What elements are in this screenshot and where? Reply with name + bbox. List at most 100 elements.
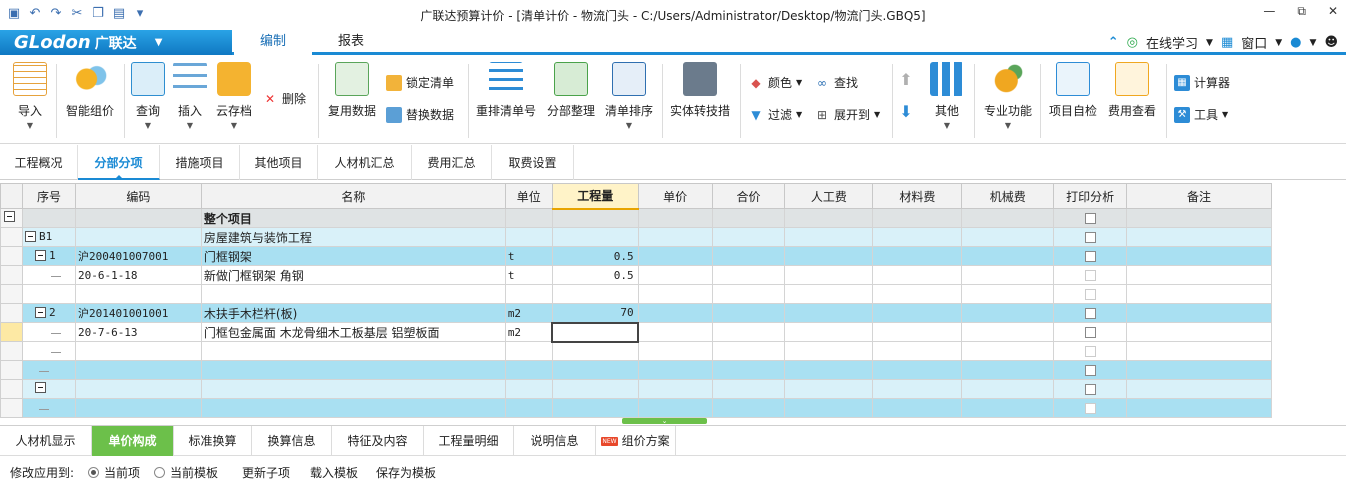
cell-code[interactable]: 沪201401001001 [74,303,202,323]
cell-print[interactable] [1053,303,1128,323]
robot-icon[interactable]: ☻ [1324,35,1338,50]
collapse-icon[interactable] [4,211,15,222]
cell-qty[interactable]: 70 [551,303,639,323]
cell-material[interactable] [872,227,963,247]
row-indicator[interactable] [0,227,23,247]
cell-name[interactable]: 木扶手木栏杆(板) [200,303,506,323]
self-check-button[interactable]: 项目自检 [1046,62,1100,119]
cell-material[interactable] [872,398,963,418]
delete-button[interactable]: ✕ 删除 [262,90,306,107]
cell-material[interactable] [872,379,963,399]
cell-unit[interactable] [504,398,553,418]
cell-labor[interactable] [784,284,874,304]
cell-machine[interactable] [961,227,1055,247]
tab-conversion-info[interactable]: 换算信息 [252,426,332,456]
cell-remark[interactable] [1126,398,1272,418]
reuse-data-button[interactable]: 复用数据 [324,62,380,119]
cell-total[interactable] [711,284,786,304]
list-sort-button[interactable]: 清单排序 ▼ [602,62,656,130]
tab-project-overview[interactable]: 工程概况 [0,145,78,180]
cell-machine[interactable] [961,341,1055,361]
cell-total[interactable] [711,360,786,380]
cell-labor[interactable] [784,265,874,285]
cell-unit[interactable]: m2 [504,303,553,323]
cell-unit-price[interactable] [637,208,713,228]
tools-button[interactable]: ⚒ 工具 ▼ [1174,106,1228,123]
print-checkbox[interactable] [1084,213,1096,224]
cell-total[interactable] [711,227,786,247]
fee-view-button[interactable]: 费用查看 [1104,62,1160,119]
cell-material[interactable] [872,246,963,266]
print-checkbox[interactable] [1084,289,1096,300]
cell-code[interactable] [74,379,202,399]
table-row[interactable]: 1 沪200401007001 门框钢架 t 0.5 [0,246,1272,266]
row-indicator[interactable] [0,341,23,361]
cell-labor[interactable] [784,322,874,342]
color-button[interactable]: ◆ 颜色 ▼ [748,74,802,91]
cell-machine[interactable] [961,246,1055,266]
cell-code[interactable] [74,227,202,247]
query-button[interactable]: 查询 ▼ [130,62,166,130]
table-row[interactable]: 2 沪201401001001 木扶手木栏杆(板) m2 70 [0,303,1272,323]
cell-qty[interactable] [551,208,639,228]
column-header[interactable]: 序号 [21,183,76,209]
row-indicator[interactable] [0,379,23,399]
cell-name[interactable]: 门框钢架 [200,246,506,266]
cell-remark[interactable] [1126,379,1272,399]
cell-unit[interactable]: m2 [504,322,553,342]
tab-fee-summary[interactable]: 费用汇总 [412,145,492,180]
app-logo[interactable]: GLodon 广联达 ▼ [0,30,232,55]
cell-remark[interactable] [1126,303,1272,323]
column-header[interactable]: 材料费 [872,183,963,209]
cell-seq[interactable] [21,265,76,285]
cell-unit[interactable] [504,379,553,399]
menu-tab-edit[interactable]: 编制 [234,30,312,55]
other-button[interactable]: 其他 ▼ [926,62,968,130]
cell-machine[interactable] [961,398,1055,418]
expand-to-button[interactable]: ⊞ 展开到 ▼ [814,106,880,123]
cell-unit-price[interactable] [637,303,713,323]
cell-machine[interactable] [961,208,1055,228]
cell-machine[interactable] [961,322,1055,342]
cell-print[interactable] [1053,227,1128,247]
cell-qty-selected[interactable] [551,321,640,343]
print-checkbox[interactable] [1084,365,1096,376]
move-down-button[interactable]: ⬇ [898,104,914,120]
table-row[interactable]: 20-6-1-18 新做门框钢架 角钢 t 0.5 [0,265,1272,285]
restore-button[interactable]: ⧉ [1297,4,1306,19]
insert-button[interactable]: 插入 ▼ [172,62,208,130]
smart-price-button[interactable]: 智能组价 [62,62,118,119]
column-header[interactable]: 单价 [637,183,713,209]
cell-seq[interactable] [21,379,76,399]
cell-remark[interactable] [1126,341,1272,361]
table-row[interactable] [0,379,1272,399]
cell-code[interactable] [74,360,202,380]
cell-total[interactable] [711,246,786,266]
tab-description-info[interactable]: 说明信息 [514,426,596,456]
cell-material[interactable] [872,208,963,228]
print-checkbox[interactable] [1084,308,1096,319]
chevron-down-icon[interactable]: ▼ [1206,38,1213,48]
cell-unit-price[interactable] [637,227,713,247]
cell-remark[interactable] [1126,322,1272,342]
column-header[interactable]: 机械费 [961,183,1055,209]
cell-remark[interactable] [1126,265,1272,285]
cell-total[interactable] [711,398,786,418]
cell-labor[interactable] [784,379,874,399]
cell-qty[interactable] [551,360,639,380]
cell-seq[interactable]: 2 [21,303,76,323]
table-row[interactable] [0,284,1272,304]
cell-seq[interactable] [21,341,76,361]
radio-button[interactable] [154,467,165,478]
cell-total[interactable] [711,379,786,399]
update-child-button[interactable]: 更新子项 [242,464,290,481]
cell-machine[interactable] [961,360,1055,380]
table-row[interactable] [0,360,1272,380]
tab-section-items[interactable]: 分部分项 [78,145,160,180]
move-up-button[interactable]: ⬆ [898,72,914,88]
replace-data-button[interactable]: 替换数据 [386,106,454,123]
cell-machine[interactable] [961,265,1055,285]
save-template-button[interactable]: 保存为模板 [376,464,436,481]
collapse-icon[interactable] [24,230,36,242]
radio-button[interactable] [88,467,99,478]
